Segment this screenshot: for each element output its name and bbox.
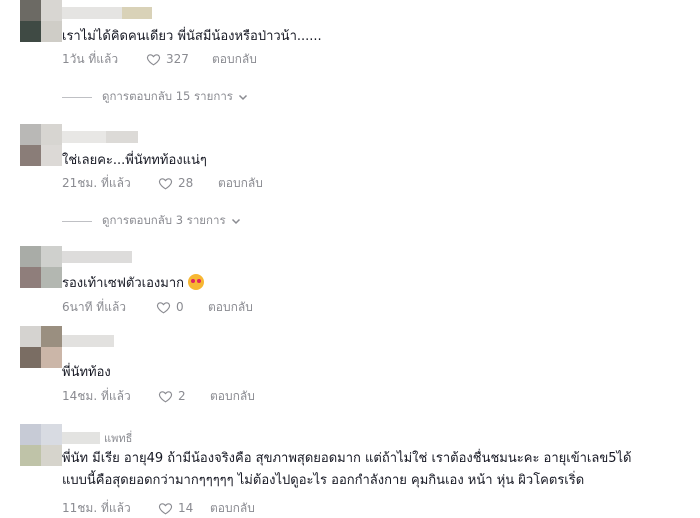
comment-text: ใช่เลยคะ...พี่นัททท้องแน่ๆ [62, 153, 207, 168]
avatar-cell [20, 424, 41, 445]
username[interactable] [62, 334, 114, 348]
reply-button[interactable]: ตอบกลับ [212, 50, 257, 69]
username-label: แพทธี่ [104, 432, 133, 445]
avatar[interactable] [20, 326, 62, 368]
heart-outline-icon [156, 301, 171, 313]
username-blur [62, 335, 114, 347]
username-blur [106, 131, 138, 143]
comment-text: พี่นัทท้อง [62, 365, 111, 380]
like-count: 327 [166, 52, 189, 66]
avatar-cell [41, 347, 62, 368]
username-blur [62, 131, 106, 143]
like-count: 2 [178, 389, 186, 403]
like-count: 28 [178, 176, 194, 190]
chevron-down-icon [231, 218, 240, 225]
username[interactable] [62, 130, 138, 144]
like-count: 14 [178, 501, 194, 515]
avatar-cell [41, 326, 62, 347]
comment-text: รองเท้าเซฟตัวเองมาก [62, 273, 205, 295]
reply-button[interactable]: ตอบกลับ [208, 298, 253, 317]
heart-outline-icon [146, 53, 161, 65]
reply-button[interactable]: ตอบกลับ [210, 387, 255, 406]
avatar[interactable] [20, 0, 62, 42]
avatar-cell [20, 267, 41, 288]
comment-meta: 1วัน ที่แล้ว 327 ตอบกลับ [62, 51, 257, 67]
comment-meta: 21ชม. ที่แล้ว 28 ตอบกลับ [62, 175, 263, 191]
like-button[interactable]: 14 [158, 501, 210, 516]
reply-button[interactable]: ตอบกลับ [210, 499, 255, 518]
username[interactable] [62, 6, 152, 20]
avatar-cell [20, 326, 41, 347]
avatar-cell [41, 21, 62, 42]
like-count: 0 [176, 300, 184, 314]
like-button[interactable]: 2 [158, 389, 210, 404]
avatar[interactable] [20, 424, 62, 466]
username[interactable]: แพทธี่ [62, 431, 132, 445]
like-button[interactable]: 28 [158, 176, 218, 191]
avatar-cell [20, 21, 41, 42]
comment-text-content: รองเท้าเซฟตัวเองมาก [62, 276, 185, 291]
timestamp: 14ชม. ที่แล้ว [62, 388, 131, 403]
timestamp: 6นาที ที่แล้ว [62, 299, 127, 314]
avatar-cell [41, 445, 62, 466]
like-button[interactable]: 0 [156, 300, 208, 315]
view-replies-label: ดูการตอบกลับ 3 รายการ [102, 213, 226, 227]
comment-meta: 6นาที ที่แล้ว 0 ตอบกลับ [62, 299, 253, 315]
avatar-cell [41, 246, 62, 267]
username[interactable] [62, 250, 132, 264]
avatar-cell [20, 347, 41, 368]
avatar-cell [20, 246, 41, 267]
comment-text-line: แบบนี้คือสุดยอดกว่ามากๆๆๆๆๆ ไม่ต้องไปดูอ… [62, 473, 585, 488]
comment-text-line: พี่นัท มีเรีย อายุ49 ถ้ามีน้องจริงคือ สุ… [62, 451, 632, 466]
timestamp: 1วัน ที่แล้ว [62, 51, 119, 66]
reply-button[interactable]: ตอบกลับ [218, 174, 263, 193]
view-replies-label: ดูการตอบกลับ 15 รายการ [102, 89, 233, 103]
avatar-cell [41, 145, 62, 166]
comment-text: พี่นัท มีเรีย อายุ49 ถ้ามีน้องจริงคือ สุ… [62, 448, 631, 492]
avatar-cell [20, 145, 41, 166]
avatar-cell [20, 445, 41, 466]
username-blur [62, 251, 132, 263]
like-button[interactable]: 327 [146, 52, 212, 67]
avatar-cell [41, 0, 62, 21]
comment-meta: 14ชม. ที่แล้ว 2 ตอบกลับ [62, 388, 255, 404]
avatar-cell [41, 424, 62, 445]
username-blur [122, 7, 152, 19]
heart-outline-icon [158, 390, 173, 402]
smiling-face-with-hearts-icon [188, 274, 205, 290]
username-blur [62, 7, 122, 19]
avatar-cell [41, 124, 62, 145]
divider-line [62, 220, 92, 222]
chevron-down-icon [238, 94, 247, 101]
divider-line [62, 96, 92, 98]
avatar[interactable] [20, 246, 62, 288]
timestamp: 11ชม. ที่แล้ว [62, 500, 131, 515]
avatar-cell [20, 0, 41, 21]
username-blur [62, 432, 100, 444]
comment-text: เราไม่ได้คิดคนเดียว พี่นัสมีน้องหรือป่าว… [62, 29, 322, 44]
avatar-cell [20, 124, 41, 145]
timestamp: 21ชม. ที่แล้ว [62, 175, 131, 190]
avatar[interactable] [20, 124, 62, 166]
avatar-cell [41, 267, 62, 288]
view-replies-button[interactable]: ดูการตอบกลับ 3 รายการ [62, 213, 241, 229]
view-replies-button[interactable]: ดูการตอบกลับ 15 รายการ [62, 89, 248, 105]
heart-outline-icon [158, 502, 173, 514]
heart-outline-icon [158, 177, 173, 189]
